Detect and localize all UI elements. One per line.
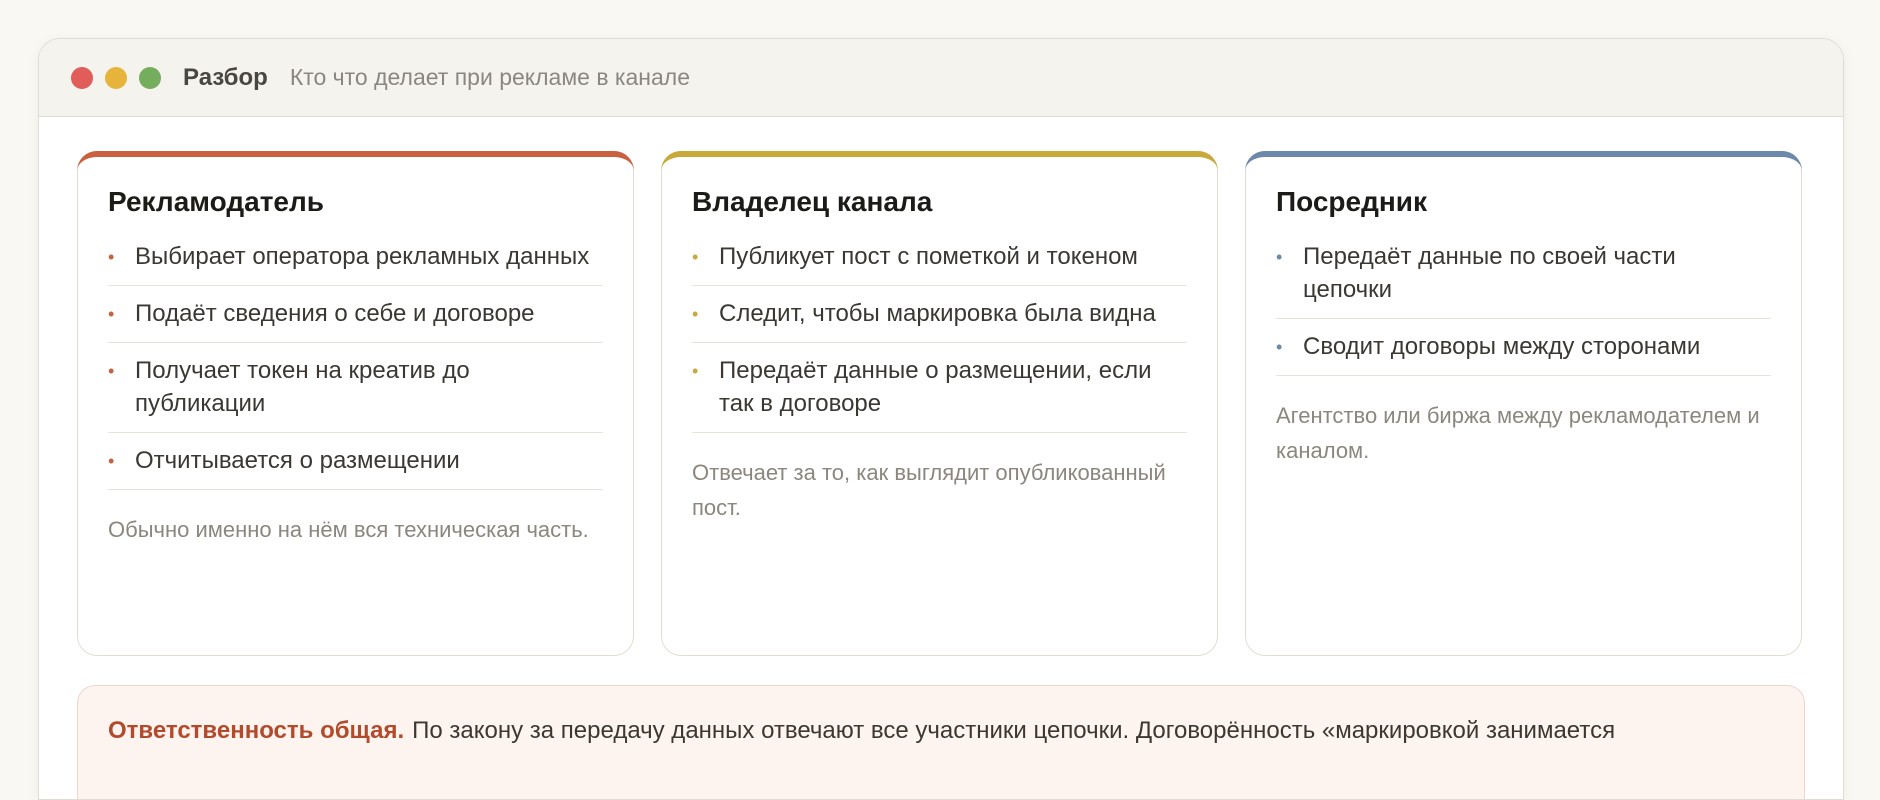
- list-item: • Получает токен на креатив до публикации: [108, 343, 603, 433]
- bullet-icon: •: [692, 361, 699, 381]
- card-intermediary: Посредник • Передаёт данные по своей част…: [1245, 151, 1802, 656]
- bullet-icon: •: [692, 304, 699, 324]
- card-note: Агентство или биржа между рекламодателем…: [1276, 403, 1760, 463]
- list-item-text: Следит, чтобы маркировка была видна: [719, 300, 1156, 327]
- card-note: Отвечает за то, как выглядит опубликован…: [692, 460, 1166, 520]
- list-item-text: Передаёт данные о размещении, если так в…: [719, 357, 1152, 417]
- bullet-icon: •: [1276, 337, 1283, 357]
- app-subtitle: Кто что делает при рекламе в канале: [289, 64, 690, 90]
- bullet-icon: •: [108, 361, 115, 381]
- list-item: • Отчитывается о размещении: [108, 433, 603, 490]
- card-item-list: • Публикует пост с пометкой и токеном • Сл…: [692, 240, 1187, 433]
- close-window-button[interactable]: [71, 66, 93, 89]
- list-item-text: Сводит договоры между сторонами: [1303, 333, 1701, 360]
- app-title: Разбор: [183, 63, 268, 91]
- card-item-list: • Выбирает оператора рекламных данных • По…: [108, 240, 603, 490]
- list-item-text: Получает токен на креатив до публикации: [135, 357, 470, 417]
- list-item: • Выбирает оператора рекламных данных: [108, 240, 603, 286]
- bullet-icon: •: [692, 247, 699, 267]
- card-advertiser: Рекламодатель • Выбирает оператора реклам…: [77, 151, 634, 656]
- card-title: Рекламодатель: [108, 186, 324, 217]
- list-item-text: Отчитывается о размещении: [135, 447, 460, 474]
- list-item: • Публикует пост с пометкой и токеном: [692, 240, 1187, 286]
- list-item-text: Подаёт сведения о себе и договоре: [135, 300, 535, 327]
- list-item: • Передаёт данные о размещении, если так …: [692, 343, 1187, 433]
- list-item: • Сводит договоры между сторонами: [1276, 319, 1771, 376]
- bullet-icon: •: [108, 451, 115, 471]
- card-title: Владелец канала: [692, 186, 933, 217]
- list-item-text: Передаёт данные по своей части цепочки: [1303, 243, 1676, 303]
- bullet-icon: •: [1276, 247, 1283, 267]
- list-item: • Передаёт данные по своей части цепочки: [1276, 240, 1771, 319]
- minimize-window-button[interactable]: [105, 66, 127, 89]
- list-item: • Подаёт сведения о себе и договоре: [108, 286, 603, 343]
- bullet-icon: •: [108, 304, 115, 324]
- callout-text: По закону за передачу данных отвечают вс…: [412, 717, 1616, 744]
- card-item-list: • Передаёт данные по своей части цепочки …: [1276, 240, 1771, 376]
- title-bar: Разбор Кто что делает при рекламе в кана…: [39, 39, 1843, 117]
- callout-lead: Ответственность общая.: [108, 717, 405, 744]
- card-title: Посредник: [1276, 186, 1428, 217]
- card-channel-owner: Владелец канала • Публикует пост с пометк…: [661, 151, 1218, 656]
- responsibility-callout: Ответственность общая. По закону за перед…: [77, 685, 1805, 799]
- card-note: Обычно именно на нём вся техническая час…: [108, 517, 589, 542]
- list-item-text: Выбирает оператора рекламных данных: [135, 243, 590, 270]
- role-cards: Рекламодатель • Выбирает оператора реклам…: [77, 151, 1805, 658]
- list-item-text: Публикует пост с пометкой и токеном: [719, 243, 1138, 270]
- list-item: • Следит, чтобы маркировка была видна: [692, 286, 1187, 343]
- maximize-window-button[interactable]: [139, 66, 161, 89]
- bullet-icon: •: [108, 247, 115, 267]
- window: Разбор Кто что делает при рекламе в кана…: [38, 38, 1844, 800]
